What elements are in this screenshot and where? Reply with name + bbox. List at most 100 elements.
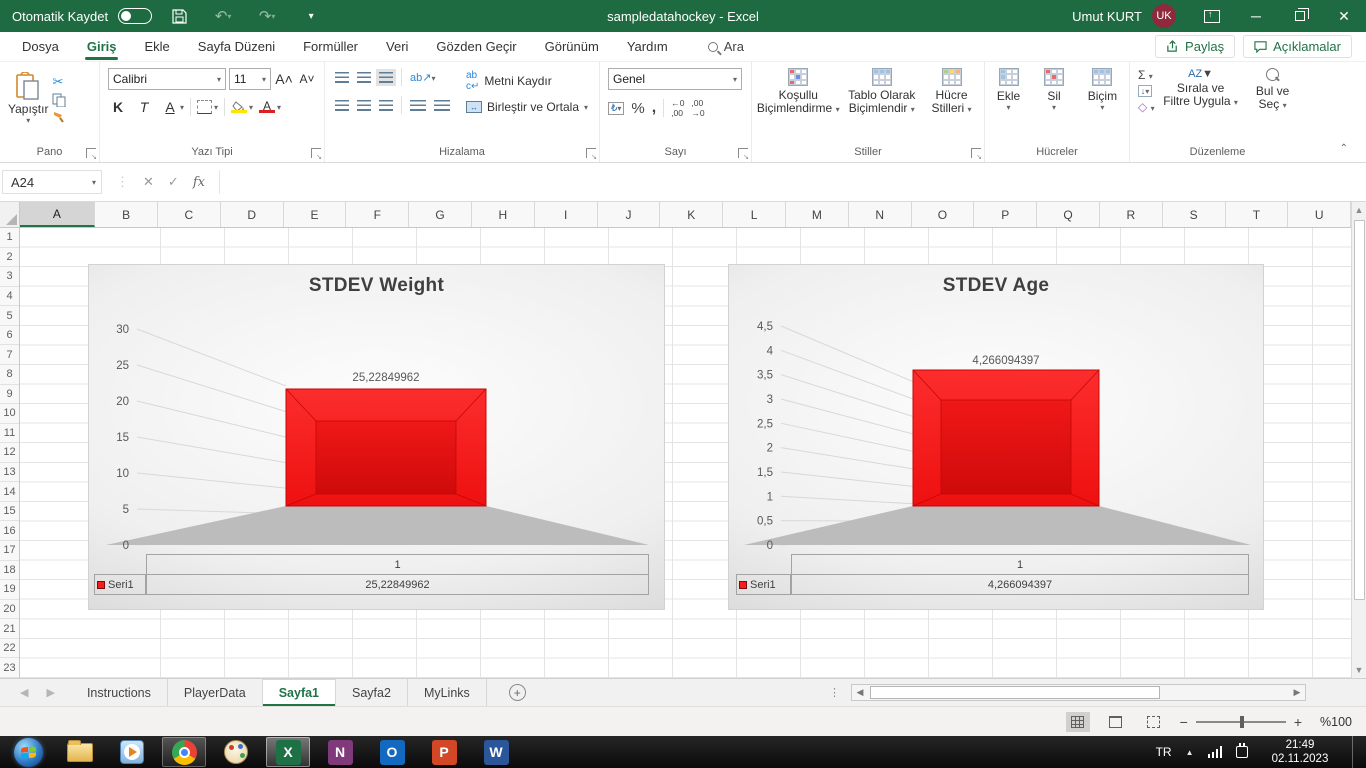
normal-view-button[interactable] — [1066, 712, 1090, 732]
column-header-D[interactable]: D — [221, 202, 284, 227]
row-header-9[interactable]: 9 — [0, 385, 19, 405]
row-header-23[interactable]: 23 — [0, 658, 19, 678]
accounting-format-icon[interactable]: ₺▾ — [608, 102, 624, 115]
column-header-T[interactable]: T — [1226, 202, 1289, 227]
taskbar-powerpoint-icon[interactable]: P — [422, 737, 466, 767]
ribbon-tab-dosya[interactable]: Dosya — [8, 32, 73, 61]
find-select-button[interactable]: Bul ve Seç ▾ — [1247, 68, 1299, 114]
wrap-text-button[interactable]: abc↵ Metni Kaydır — [466, 70, 588, 92]
align-middle-icon[interactable] — [357, 72, 371, 83]
autosum-icon[interactable]: Σ ▾ — [1138, 68, 1155, 82]
row-header-21[interactable]: 21 — [0, 619, 19, 639]
row-header-11[interactable]: 11 — [0, 424, 19, 444]
clock[interactable]: 21:49 02.11.2023 — [1262, 738, 1338, 766]
column-header-P[interactable]: P — [974, 202, 1037, 227]
row-header-18[interactable]: 18 — [0, 561, 19, 581]
taskbar-chrome-icon[interactable] — [162, 737, 206, 767]
language-indicator[interactable]: TR — [1156, 745, 1172, 759]
ribbon-tab-görünüm[interactable]: Görünüm — [531, 32, 613, 61]
horizontal-scrollbar[interactable]: ◀ ▶ — [851, 684, 1306, 701]
font-family-combo[interactable]: Calibri▾ — [108, 68, 226, 90]
chart-stdev-age[interactable]: 4,543,532,521,510,504,266094397STDEV Age… — [728, 264, 1264, 610]
select-all-corner[interactable] — [0, 202, 20, 227]
conditional-formatting-button[interactable]: Koşullu Biçimlendirme ▾ — [756, 68, 840, 116]
orientation-icon[interactable]: ab↗▾ — [410, 71, 435, 84]
close-button[interactable]: ✕ — [1322, 0, 1366, 32]
taskbar-media-player-icon[interactable] — [110, 737, 154, 767]
chart-stdev-weight[interactable]: 30252015105025,22849962STDEV Weight1Seri… — [88, 264, 665, 610]
decrease-decimal-icon[interactable]: ,00→0 — [691, 98, 704, 118]
italic-button[interactable]: T — [134, 99, 154, 115]
align-center-icon[interactable] — [357, 100, 371, 111]
column-header-C[interactable]: C — [158, 202, 221, 227]
column-header-L[interactable]: L — [723, 202, 786, 227]
sheetbar-dots[interactable]: ⋮ — [829, 686, 851, 699]
number-format-combo[interactable]: Genel▾ — [608, 68, 742, 90]
cell-styles-button[interactable]: Hücre Stilleri ▾ — [923, 68, 980, 116]
taskbar-word-icon[interactable]: W — [474, 737, 518, 767]
align-left-icon[interactable] — [335, 100, 349, 111]
zoom-out-icon[interactable]: − — [1180, 714, 1188, 730]
show-desktop-button[interactable] — [1352, 736, 1362, 768]
cut-icon[interactable]: ✂ — [52, 74, 66, 90]
decrease-font-icon[interactable]: A˅ — [297, 72, 317, 86]
insert-function-icon[interactable]: fx — [193, 175, 205, 190]
font-dialog-launcher[interactable] — [311, 148, 321, 158]
row-header-8[interactable]: 8 — [0, 365, 19, 385]
alignment-dialog-launcher[interactable] — [586, 148, 596, 158]
column-header-M[interactable]: M — [786, 202, 849, 227]
ribbon-tab-giriş[interactable]: Giriş — [73, 32, 131, 61]
customize-qat-icon[interactable]: ▾ — [294, 3, 328, 29]
bold-button[interactable]: K — [108, 99, 128, 115]
increase-decimal-icon[interactable]: ←0,00 — [671, 98, 684, 118]
increase-indent-icon[interactable] — [434, 100, 450, 111]
autosave-toggle[interactable] — [118, 8, 152, 24]
clear-icon[interactable]: ◇ ▾ — [1138, 100, 1155, 114]
sort-filter-button[interactable]: AZ▼ Sırala ve Filtre Uygula ▾ — [1163, 68, 1239, 114]
user-avatar[interactable]: UK — [1152, 4, 1176, 28]
decrease-indent-icon[interactable] — [410, 100, 426, 111]
format-as-table-button[interactable]: Tablo Olarak Biçimlendir ▾ — [840, 68, 923, 116]
fill-color-button[interactable]: ▾ — [231, 101, 253, 113]
taskbar-paint-icon[interactable] — [214, 737, 258, 767]
column-header-G[interactable]: G — [409, 202, 472, 227]
underline-button[interactable]: A▾ — [160, 99, 184, 115]
font-size-combo[interactable]: 11▾ — [229, 68, 271, 90]
ribbon-tab-sayfa-düzeni[interactable]: Sayfa Düzeni — [184, 32, 289, 61]
restore-button[interactable] — [1278, 0, 1322, 32]
name-box[interactable]: A24 ▾ — [2, 170, 102, 194]
page-break-view-button[interactable] — [1142, 712, 1166, 732]
row-header-22[interactable]: 22 — [0, 639, 19, 659]
row-header-14[interactable]: 14 — [0, 482, 19, 502]
column-header-N[interactable]: N — [849, 202, 912, 227]
column-header-Q[interactable]: Q — [1037, 202, 1100, 227]
paste-button[interactable]: Yapıştır ▾ — [8, 72, 48, 125]
number-dialog-launcher[interactable] — [738, 148, 748, 158]
column-header-J[interactable]: J — [598, 202, 661, 227]
sheet-tab-sayfa1[interactable]: Sayfa1 — [263, 679, 336, 706]
taskbar-file-explorer-icon[interactable] — [58, 737, 102, 767]
format-painter-icon[interactable] — [52, 110, 66, 124]
ribbon-display-options-button[interactable] — [1190, 0, 1234, 32]
taskbar-excel-icon[interactable]: X — [266, 737, 310, 767]
column-header-B[interactable]: B — [95, 202, 158, 227]
borders-button[interactable]: ▾ — [197, 100, 218, 114]
align-top-icon[interactable] — [335, 72, 349, 83]
zoom-in-icon[interactable]: + — [1294, 714, 1302, 730]
collapse-ribbon-icon[interactable]: ⌃ — [1340, 143, 1348, 154]
column-header-R[interactable]: R — [1100, 202, 1163, 227]
fill-icon[interactable]: ↓▾ — [1138, 85, 1152, 97]
comments-button[interactable]: Açıklamalar — [1243, 35, 1352, 58]
search-box[interactable]: Ara — [708, 39, 744, 54]
zoom-level[interactable]: %100 — [1316, 715, 1352, 729]
increase-font-icon[interactable]: A˄ — [274, 71, 294, 87]
row-header-2[interactable]: 2 — [0, 248, 19, 268]
column-header-A[interactable]: A — [20, 202, 96, 227]
row-header-6[interactable]: 6 — [0, 326, 19, 346]
column-header-K[interactable]: K — [660, 202, 723, 227]
percent-icon[interactable]: % — [631, 100, 644, 117]
align-bottom-icon[interactable] — [379, 72, 393, 83]
enter-icon[interactable]: ✓ — [168, 174, 179, 190]
column-header-S[interactable]: S — [1163, 202, 1226, 227]
column-header-H[interactable]: H — [472, 202, 535, 227]
